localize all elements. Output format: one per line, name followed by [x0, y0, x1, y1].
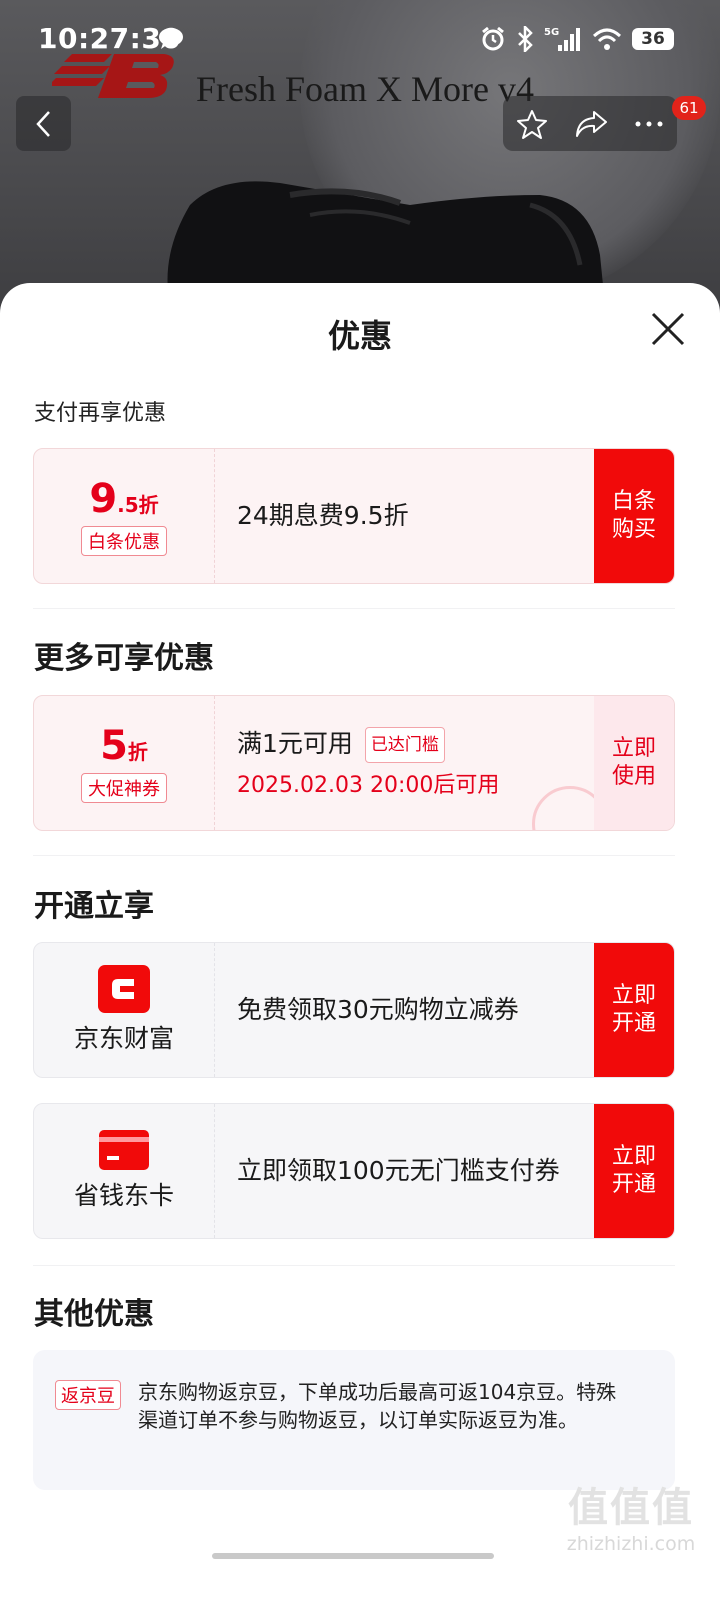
- notification-badge: 61: [672, 96, 706, 120]
- save-card-text: 立即领取100元无门槛支付券: [237, 1156, 560, 1185]
- svg-text:5G: 5G: [544, 27, 559, 38]
- coupon-condition: 满1元可用: [237, 729, 353, 758]
- alarm-icon: [482, 26, 504, 51]
- battery-icon: 36: [632, 28, 674, 50]
- watermark-logo: 值值值: [568, 1485, 694, 1531]
- chevron-left-icon: [35, 110, 50, 137]
- jd-finance-logo-icon: [98, 965, 150, 1013]
- jingdou-info: 返京豆 京东购物返京豆，下单成功后最高可返104京豆。特殊渠道订单不参与购物返豆…: [33, 1350, 675, 1490]
- jd-finance-name: 京东财富: [73, 1024, 174, 1053]
- baitiao-tag: 白条优惠: [81, 526, 167, 556]
- coupon-card[interactable]: 5折 大促神券 满1元可用 已达门槛 2025.02.03 20:00后可用 立…: [33, 695, 675, 831]
- divider: [33, 855, 675, 856]
- section-other-label: 其他优惠: [34, 1297, 154, 1332]
- star-icon[interactable]: [516, 108, 548, 140]
- save-card-logo-icon: [99, 1130, 149, 1170]
- baitiao-card[interactable]: 9.5折 白条优惠 24期息费9.5折 白条购买: [33, 448, 675, 584]
- open-now-label: 立即开通: [611, 983, 656, 1036]
- wifi-icon: [592, 28, 622, 50]
- coupon-valid-time: 2025.02.03 20:00后可用: [237, 773, 500, 798]
- bluetooth-icon: [518, 26, 533, 52]
- save-card-name: 省钱东卡: [73, 1181, 174, 1210]
- open-now-label: 立即开通: [611, 1144, 656, 1197]
- close-icon[interactable]: [650, 311, 686, 347]
- home-indicator[interactable]: [212, 1553, 494, 1559]
- 5g-signal-icon: 5G: [544, 27, 580, 51]
- coupon-discount-unit: 折: [127, 740, 148, 764]
- coupon-discount: 5折 大促神券: [34, 696, 215, 830]
- save-card-card[interactable]: 省钱东卡 立即领取100元无门槛支付券 立即开通: [33, 1103, 675, 1239]
- coupon-tag: 大促神券: [81, 773, 167, 803]
- threshold-reached-tag: 已达门槛: [364, 727, 445, 763]
- save-card-open-button[interactable]: 立即开通: [594, 1104, 674, 1238]
- baitiao-buy-label: 白条购买: [611, 489, 656, 542]
- use-now-label: 立即使用: [611, 736, 656, 789]
- divider: [33, 608, 675, 609]
- jd-finance-text: 免费领取30元购物立减券: [237, 995, 519, 1024]
- message-bubble-icon: [159, 28, 183, 49]
- discount-sheet: 优惠 支付再享优惠 9.5折 白条优惠 24期息费9.5折 白条购买 更多可享优…: [0, 283, 720, 1600]
- section-more-label: 更多可享优惠: [34, 641, 214, 676]
- watermark-domain: zhizhizhi.com: [566, 1533, 696, 1555]
- more-icon[interactable]: [634, 120, 664, 128]
- discount-value: 9: [89, 476, 118, 522]
- baitiao-discount: 9.5折 白条优惠: [34, 449, 215, 583]
- baitiao-text: 24期息费9.5折: [237, 501, 409, 530]
- baitiao-buy-button[interactable]: 白条购买: [594, 449, 674, 583]
- status-bar: 10:27:30 5G 36: [0, 0, 720, 80]
- divider: [33, 1265, 675, 1266]
- sheet-title: 优惠: [327, 317, 392, 355]
- jd-finance-open-button[interactable]: 立即开通: [594, 943, 674, 1077]
- discount-unit: .5折: [117, 493, 159, 517]
- jingdou-text: 京东购物返京豆，下单成功后最高可返104京豆。特殊渠道订单不参与购物返豆，以订单…: [138, 1380, 617, 1432]
- share-icon[interactable]: [574, 109, 608, 139]
- section-open-label: 开通立享: [34, 889, 154, 924]
- header-actions: [503, 96, 677, 151]
- coupon-discount-value: 5: [100, 723, 128, 769]
- jingdou-tag: 返京豆: [55, 1380, 121, 1410]
- back-button[interactable]: [16, 96, 71, 151]
- watermark: 值值值 zhizhizhi.com: [556, 1475, 706, 1555]
- jd-finance-card[interactable]: 京东财富 免费领取30元购物立减券 立即开通: [33, 942, 675, 1078]
- use-now-button[interactable]: 立即使用: [594, 696, 674, 830]
- section-pay-label: 支付再享优惠: [34, 401, 167, 426]
